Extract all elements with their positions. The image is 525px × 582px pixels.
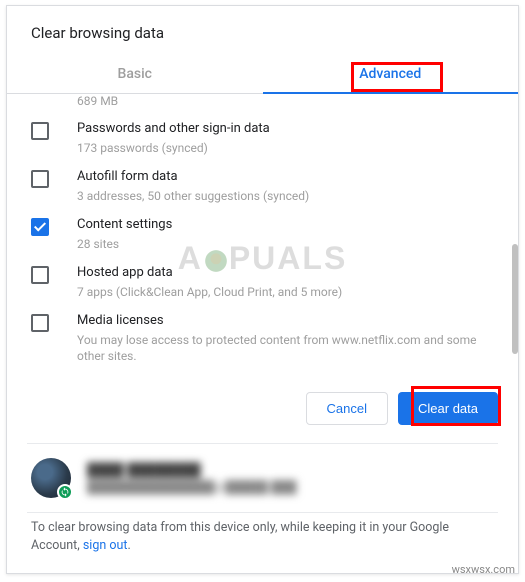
option-text: Content settings 28 sites <box>77 216 494 252</box>
site-credit: wsxwsx.com <box>452 563 515 576</box>
cancel-button[interactable]: Cancel <box>306 392 388 425</box>
avatar-wrap <box>31 458 71 498</box>
option-hosted-app-data: Hosted app data 7 apps (Click&Clean App,… <box>7 258 518 306</box>
options-scroll-area: 689 MB Passwords and other sign-in data … <box>7 94 518 370</box>
checkbox-autofill[interactable] <box>31 170 49 188</box>
tab-basic[interactable]: Basic <box>7 54 263 93</box>
option-text: Passwords and other sign-in data 173 pas… <box>77 120 494 156</box>
checkbox-content-settings[interactable] <box>31 218 49 236</box>
option-title: Media licenses <box>77 312 494 330</box>
option-subtitle: 7 apps (Click&Clean App, Cloud Print, an… <box>77 284 494 300</box>
clear-browsing-data-dialog: Clear browsing data Basic Advanced 689 M… <box>6 5 519 574</box>
sync-icon <box>57 484 73 500</box>
option-subtitle: 28 sites <box>77 236 494 252</box>
option-subtitle: 3 addresses, 50 other suggestions (synce… <box>77 188 494 204</box>
checkbox-passwords[interactable] <box>31 122 49 140</box>
sign-out-link[interactable]: sign out <box>83 538 128 553</box>
account-row: ████ ████████ ███████████████@█████.███ <box>7 444 518 512</box>
option-subtitle: You may lose access to protected content… <box>77 332 494 364</box>
option-title: Autofill form data <box>77 168 494 186</box>
account-name: ████ ████████ <box>87 462 296 478</box>
option-title: Hosted app data <box>77 264 494 282</box>
dialog-title: Clear browsing data <box>7 6 518 54</box>
footer-suffix: . <box>127 538 130 553</box>
dialog-actions: Cancel Clear data <box>7 370 518 443</box>
option-title: Passwords and other sign-in data <box>77 120 494 138</box>
option-autofill: Autofill form data 3 addresses, 50 other… <box>7 162 518 210</box>
scrollbar-thumb[interactable] <box>512 244 518 354</box>
tab-advanced[interactable]: Advanced <box>263 54 519 93</box>
truncated-previous-item: 689 MB <box>7 94 518 114</box>
tab-bar: Basic Advanced <box>7 54 518 94</box>
account-info-blurred: ████ ████████ ███████████████@█████.███ <box>87 462 296 494</box>
option-title: Content settings <box>77 216 494 234</box>
option-text: Media licenses You may lose access to pr… <box>77 312 494 364</box>
option-text: Hosted app data 7 apps (Click&Clean App,… <box>77 264 494 300</box>
account-email: ███████████████@█████.███ <box>87 480 296 494</box>
option-text: Autofill form data 3 addresses, 50 other… <box>77 168 494 204</box>
option-subtitle: 173 passwords (synced) <box>77 140 494 156</box>
option-passwords: Passwords and other sign-in data 173 pas… <box>7 114 518 162</box>
checkbox-media-licenses[interactable] <box>31 314 49 332</box>
checkbox-hosted-app-data[interactable] <box>31 266 49 284</box>
clear-data-button[interactable]: Clear data <box>398 392 498 425</box>
option-media-licenses: Media licenses You may lose access to pr… <box>7 306 518 370</box>
option-content-settings: Content settings 28 sites <box>7 210 518 258</box>
footer-text: To clear browsing data from this device … <box>7 513 518 573</box>
